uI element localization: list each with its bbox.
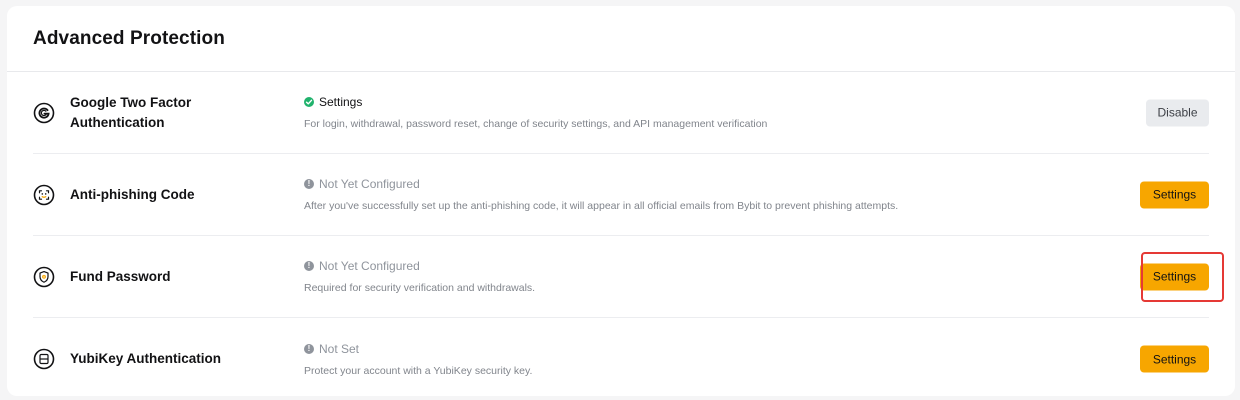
row-description: Required for security verification and w… xyxy=(304,282,536,294)
yubikey-icon xyxy=(33,348,55,370)
info-circle-icon: ! xyxy=(304,343,314,354)
check-circle-icon xyxy=(304,97,314,107)
yubikey-settings-button[interactable]: Settings xyxy=(1140,345,1209,373)
status-text: Not Set xyxy=(319,341,360,356)
status-text: Settings xyxy=(319,95,363,109)
fund-password-shield-icon xyxy=(33,266,55,288)
row-title-line1: Google Two Factor xyxy=(70,94,192,110)
fund-password-settings-button[interactable]: Settings xyxy=(1140,263,1209,290)
row-title: Anti-phishing Code xyxy=(70,185,290,205)
row-yubikey: YubiKey Authentication ! Not Set Protect… xyxy=(33,318,1209,400)
row-title-line1: Fund Password xyxy=(70,268,171,284)
google-authenticator-icon xyxy=(33,102,55,124)
row-description: After you've successfully set up the ant… xyxy=(304,200,899,212)
security-options-list: Google Two Factor Authentication Setting… xyxy=(7,72,1235,400)
row-info: ! Not Yet Configured After you've succes… xyxy=(304,154,898,235)
anti-phishing-settings-button[interactable]: Settings xyxy=(1140,181,1209,208)
row-title-line2: Authentication xyxy=(70,114,165,130)
row-title-line1: Anti-phishing Code xyxy=(70,186,195,202)
row-title: Google Two Factor Authentication xyxy=(70,93,290,133)
row-description: Protect your account with a YubiKey secu… xyxy=(304,364,533,377)
disable-button[interactable]: Disable xyxy=(1146,99,1209,126)
status-text: Not Yet Configured xyxy=(319,259,420,273)
row-info: ! Not Set Protect your account with a Yu… xyxy=(304,318,532,400)
status-indicator: ! Not Yet Configured xyxy=(304,176,898,192)
status-indicator: ! Not Set xyxy=(304,341,532,357)
info-circle-icon: ! xyxy=(304,261,314,271)
status-indicator: Settings xyxy=(304,94,767,110)
row-google-2fa: Google Two Factor Authentication Setting… xyxy=(33,72,1209,154)
section-title: Advanced Protection xyxy=(33,27,225,49)
row-description: For login, withdrawal, password reset, c… xyxy=(304,118,768,130)
row-info: Settings For login, withdrawal, password… xyxy=(304,72,767,153)
anti-phishing-face-icon xyxy=(33,184,55,206)
row-title-line1: YubiKey Authentication xyxy=(70,351,222,366)
row-info: ! Not Yet Configured Required for securi… xyxy=(304,236,535,317)
card-header: Advanced Protection xyxy=(7,6,1235,72)
row-anti-phishing: Anti-phishing Code ! Not Yet Configured … xyxy=(33,154,1209,236)
info-circle-icon: ! xyxy=(304,179,314,189)
row-fund-password: Fund Password ! Not Yet Configured Requi… xyxy=(33,236,1224,318)
advanced-protection-card: Advanced Protection Google Two Factor Au… xyxy=(7,6,1235,396)
row-title: Fund Password xyxy=(70,267,290,287)
status-indicator: ! Not Yet Configured xyxy=(304,258,535,274)
row-title: YubiKey Authentication xyxy=(70,349,290,369)
status-text: Not Yet Configured xyxy=(319,177,420,191)
